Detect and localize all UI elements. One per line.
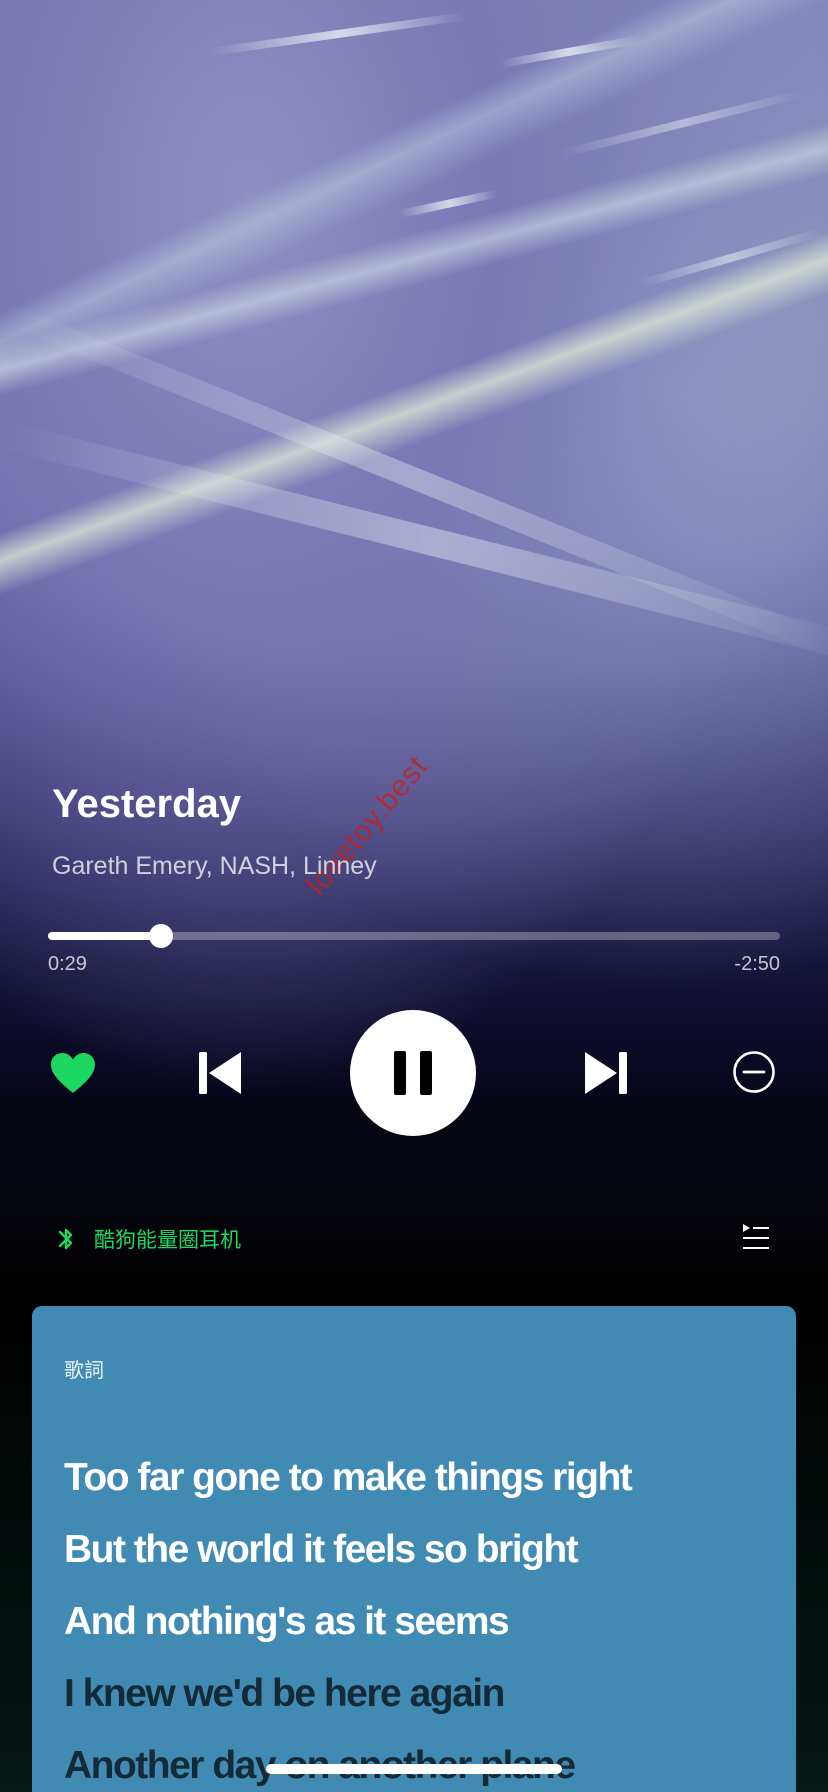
bluetooth-icon: [58, 1228, 73, 1250]
lyric-line: Too far gone to make things right: [64, 1456, 633, 1499]
like-button[interactable]: [48, 1050, 98, 1096]
connected-device[interactable]: 酷狗能量圈耳机: [56, 1224, 241, 1254]
remaining-time: -2:50: [734, 953, 780, 975]
track-title[interactable]: Yesterday: [52, 782, 241, 827]
previous-button[interactable]: [196, 1048, 244, 1098]
lyric-line: But the world it feels so bright: [64, 1528, 579, 1571]
device-name: 酷狗能量圈耳机: [94, 1229, 241, 1252]
minus-circle-icon: [733, 1051, 775, 1093]
heart-icon: [51, 1053, 95, 1093]
elapsed-time: 0:29: [48, 953, 87, 975]
pause-button[interactable]: [350, 1010, 476, 1136]
queue-button[interactable]: [740, 1222, 770, 1252]
now-playing-screen: lovetoy.best Yesterday Gareth Emery, NAS…: [0, 0, 828, 1792]
remove-button[interactable]: [732, 1050, 776, 1094]
track-artists[interactable]: Gareth Emery, NASH, Linney: [52, 852, 377, 881]
lyric-line: And nothing's as it seems: [64, 1600, 510, 1643]
progress-bar[interactable]: [48, 924, 780, 948]
next-button[interactable]: [582, 1048, 630, 1098]
skip-next-icon: [585, 1052, 627, 1094]
progress-fill: [48, 932, 162, 940]
pause-icon: [394, 1051, 432, 1095]
skip-previous-icon: [199, 1052, 241, 1094]
home-indicator[interactable]: [266, 1764, 562, 1774]
lyrics-header: 歌詞: [64, 1360, 104, 1382]
lyrics-card[interactable]: 歌詞 Too far gone to make things right But…: [32, 1306, 796, 1792]
queue-icon: [743, 1224, 769, 1249]
lyric-line: I knew we'd be here again: [64, 1672, 505, 1715]
